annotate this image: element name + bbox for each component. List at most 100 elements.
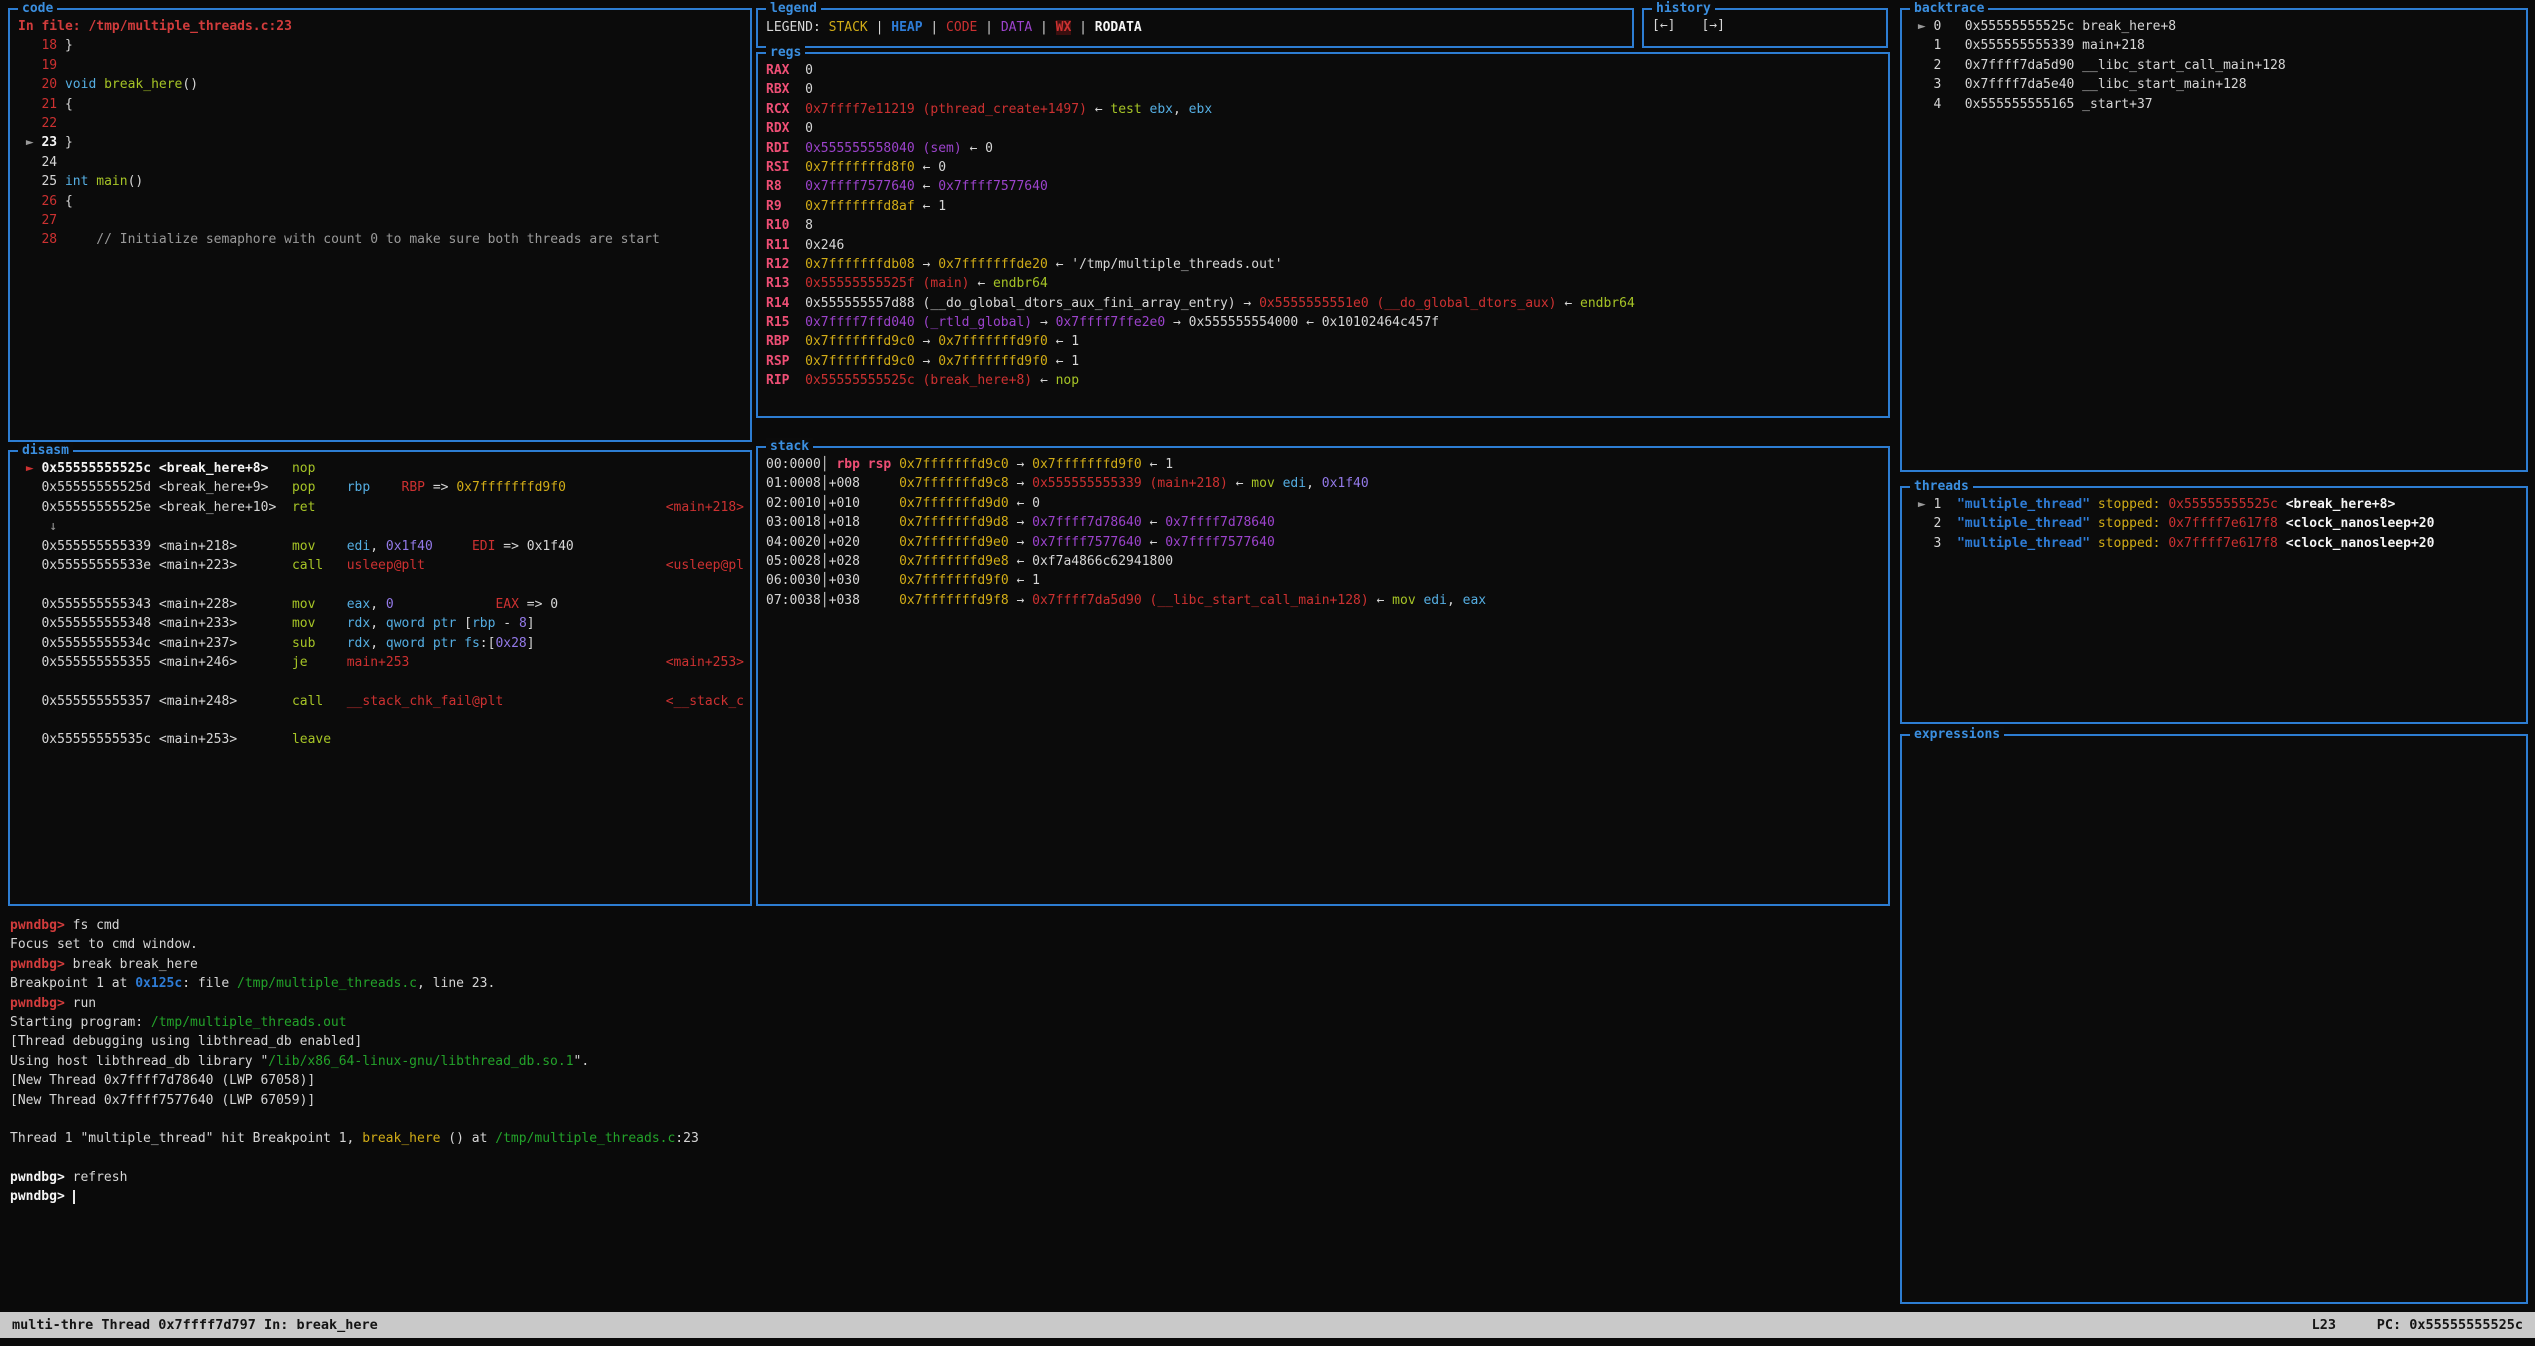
text-segment: 0x555555557d88 (__do_global_dtors_aux_fi… — [805, 296, 1235, 311]
text-segment: [New Thread 0x7ffff7d78640 (LWP 67058)] — [10, 1073, 315, 1088]
stack-panel: stack 00:0000│ rbp rsp 0x7fffffffd9c0 → … — [756, 446, 1890, 906]
stack-row: 06:0030│+030 0x7fffffffd9f0 ← 1 — [766, 571, 1884, 590]
register-row: R15 0x7ffff7ffd040 (_rtld_global) → 0x7f… — [766, 313, 1884, 332]
text-segment — [2278, 497, 2286, 512]
text-segment: ← 0xf7a4866c62941800 — [1009, 554, 1173, 569]
segment-group — [736, 634, 744, 653]
text-segment: , — [370, 539, 386, 554]
history-back-button[interactable]: [←] — [1652, 18, 1675, 46]
text-segment: ← 1 — [1142, 457, 1173, 472]
text-segment: () at — [440, 1131, 495, 1146]
text-segment: 00:0000 — [766, 457, 821, 472]
backtrace-frame-row: 2 0x7ffff7da5d90 __libc_start_call_main+… — [1910, 56, 2522, 75]
text-segment: 0x7fffffffd9f8 — [899, 593, 1009, 608]
code-line: 22 — [18, 114, 746, 133]
text-segment: R13 — [766, 276, 805, 291]
text-segment: 0x7ffff7d78640 — [1165, 515, 1275, 530]
text-segment: <main+218> — [666, 500, 744, 515]
code-panel: code In file: /tmp/multiple_threads.c:23… — [8, 8, 752, 442]
text-segment: +038 — [829, 593, 899, 608]
text-segment: mov — [1392, 593, 1415, 608]
text-segment: eax — [347, 597, 370, 612]
text-segment: HEAP — [891, 20, 922, 35]
text-segment: pwndbg> — [10, 1170, 73, 1185]
text-segment: /tmp/multiple_threads.c — [237, 976, 417, 991]
segment-group: 0x55555555525d <break_here+9> pop rbp RB… — [18, 478, 566, 497]
text-segment: mov — [292, 597, 315, 612]
text-segment — [18, 480, 41, 495]
text-segment: <break_here+8> — [2286, 497, 2396, 512]
register-row: RDX 0 — [766, 119, 1884, 138]
text-segment: 0x555555555343 <main+228> — [41, 597, 291, 612]
register-row: R9 0x7fffffffd8af ← 1 — [766, 197, 1884, 216]
code-line: 28 // Initialize semaphore with count 0 … — [18, 230, 746, 249]
text-segment — [18, 636, 41, 651]
disassembly-row: 0x555555555348 <main+233> mov rdx, qword… — [18, 614, 746, 633]
disassembly-row — [18, 672, 746, 691]
disassembly-row: 0x555555555355 <main+246> je main+253<ma… — [18, 653, 746, 672]
pwndbg-console[interactable]: pwndbg> fs cmdFocus set to cmd window.pw… — [10, 916, 1882, 1308]
text-segment: Using host libthread_db library " — [10, 1054, 268, 1069]
segment-group — [736, 595, 744, 614]
text-segment: ebx — [1150, 102, 1173, 117]
disassembly-row: ↓ — [18, 517, 746, 536]
history-panel-title: history — [1652, 0, 1715, 18]
disassembly-row: 0x55555555525e <break_here+10> ret<main+… — [18, 498, 746, 517]
code-line: 21 { — [18, 95, 746, 114]
disassembly-row — [18, 575, 746, 594]
text-segment: 18 — [18, 38, 65, 53]
text-segment — [18, 597, 41, 612]
segment-group: 0x555555555339 <main+218> mov edi, 0x1f4… — [18, 537, 574, 556]
text-segment: 0x555555555357 <main+248> — [41, 694, 291, 709]
text-segment: nop — [292, 461, 315, 476]
text-segment: 0x7fffffffd9d8 — [899, 515, 1009, 530]
text-segment: 0x7fffffffd9f0 — [456, 480, 566, 495]
legend-panel-title: legend — [766, 0, 821, 18]
text-segment: 0x7ffff7da5d90 (__libc_start_call_main+1… — [1032, 593, 1369, 608]
text-segment: 0x55555555525c <break_here+8> — [41, 461, 291, 476]
text-segment: LEGEND: — [766, 20, 829, 35]
text-segment: 0x55555555525c (break_here+8) — [805, 373, 1032, 388]
registers-panel-content: RAX 0RBX 0RCX 0x7ffff7e11219 (pthread_cr… — [758, 54, 1888, 416]
register-row: RSI 0x7fffffffd8f0 ← 0 — [766, 158, 1884, 177]
text-segment: :23 — [675, 1131, 698, 1146]
text-segment: 0x246 — [805, 238, 844, 253]
text-segment: leave — [292, 732, 331, 747]
text-segment: ebx — [1189, 102, 1212, 117]
text-segment — [18, 539, 41, 554]
status-bar: multi-thre Thread 0x7ffff7d797 In: break… — [0, 1312, 2535, 1338]
text-segment: 2 0x7ffff7da5d90 __libc_start_call_main+… — [1910, 58, 2286, 73]
text-segment: 23 — [41, 135, 64, 150]
text-segment: : file — [182, 976, 237, 991]
text-segment: 4 0x555555555165 _start+37 — [1910, 97, 2153, 112]
register-row: RCX 0x7ffff7e11219 (pthread_create+1497)… — [766, 100, 1884, 119]
history-forward-button[interactable]: [→] — [1701, 18, 1724, 46]
expressions-panel-content — [1902, 736, 2526, 1302]
status-pc: PC: 0x55555555525c — [2377, 1317, 2523, 1333]
register-row: RBX 0 — [766, 80, 1884, 99]
segment-group — [736, 711, 744, 730]
text-segment: ← 1 — [1048, 334, 1079, 349]
text-segment: 05:0028 — [766, 554, 821, 569]
text-segment: │ — [821, 535, 829, 550]
text-segment: - — [495, 616, 518, 631]
text-segment: → — [915, 334, 938, 349]
text-segment: } — [65, 135, 73, 150]
text-segment: je — [292, 655, 308, 670]
text-segment: R15 — [766, 315, 805, 330]
text-segment — [315, 616, 346, 631]
text-segment: ← — [1228, 476, 1251, 491]
pwndbg-screen: code In file: /tmp/multiple_threads.c:23… — [0, 0, 2535, 1346]
text-segment — [323, 558, 346, 573]
cursor — [73, 1190, 75, 1204]
text-segment: +030 — [829, 573, 899, 588]
text-segment: 0x7fffffffd8f0 — [805, 160, 915, 175]
text-segment: :[ — [480, 636, 496, 651]
text-segment: <clock_nanosleep+20 — [2286, 536, 2435, 551]
text-segment: 0x1f40 — [1322, 476, 1369, 491]
backtrace-panel-title: backtrace — [1910, 0, 1988, 18]
text-segment: rbp rsp — [829, 457, 899, 472]
stack-row: 07:0038│+038 0x7fffffffd9f8 → 0x7ffff7da… — [766, 591, 1884, 610]
code-line: 18 } — [18, 36, 746, 55]
segment-group — [736, 478, 744, 497]
